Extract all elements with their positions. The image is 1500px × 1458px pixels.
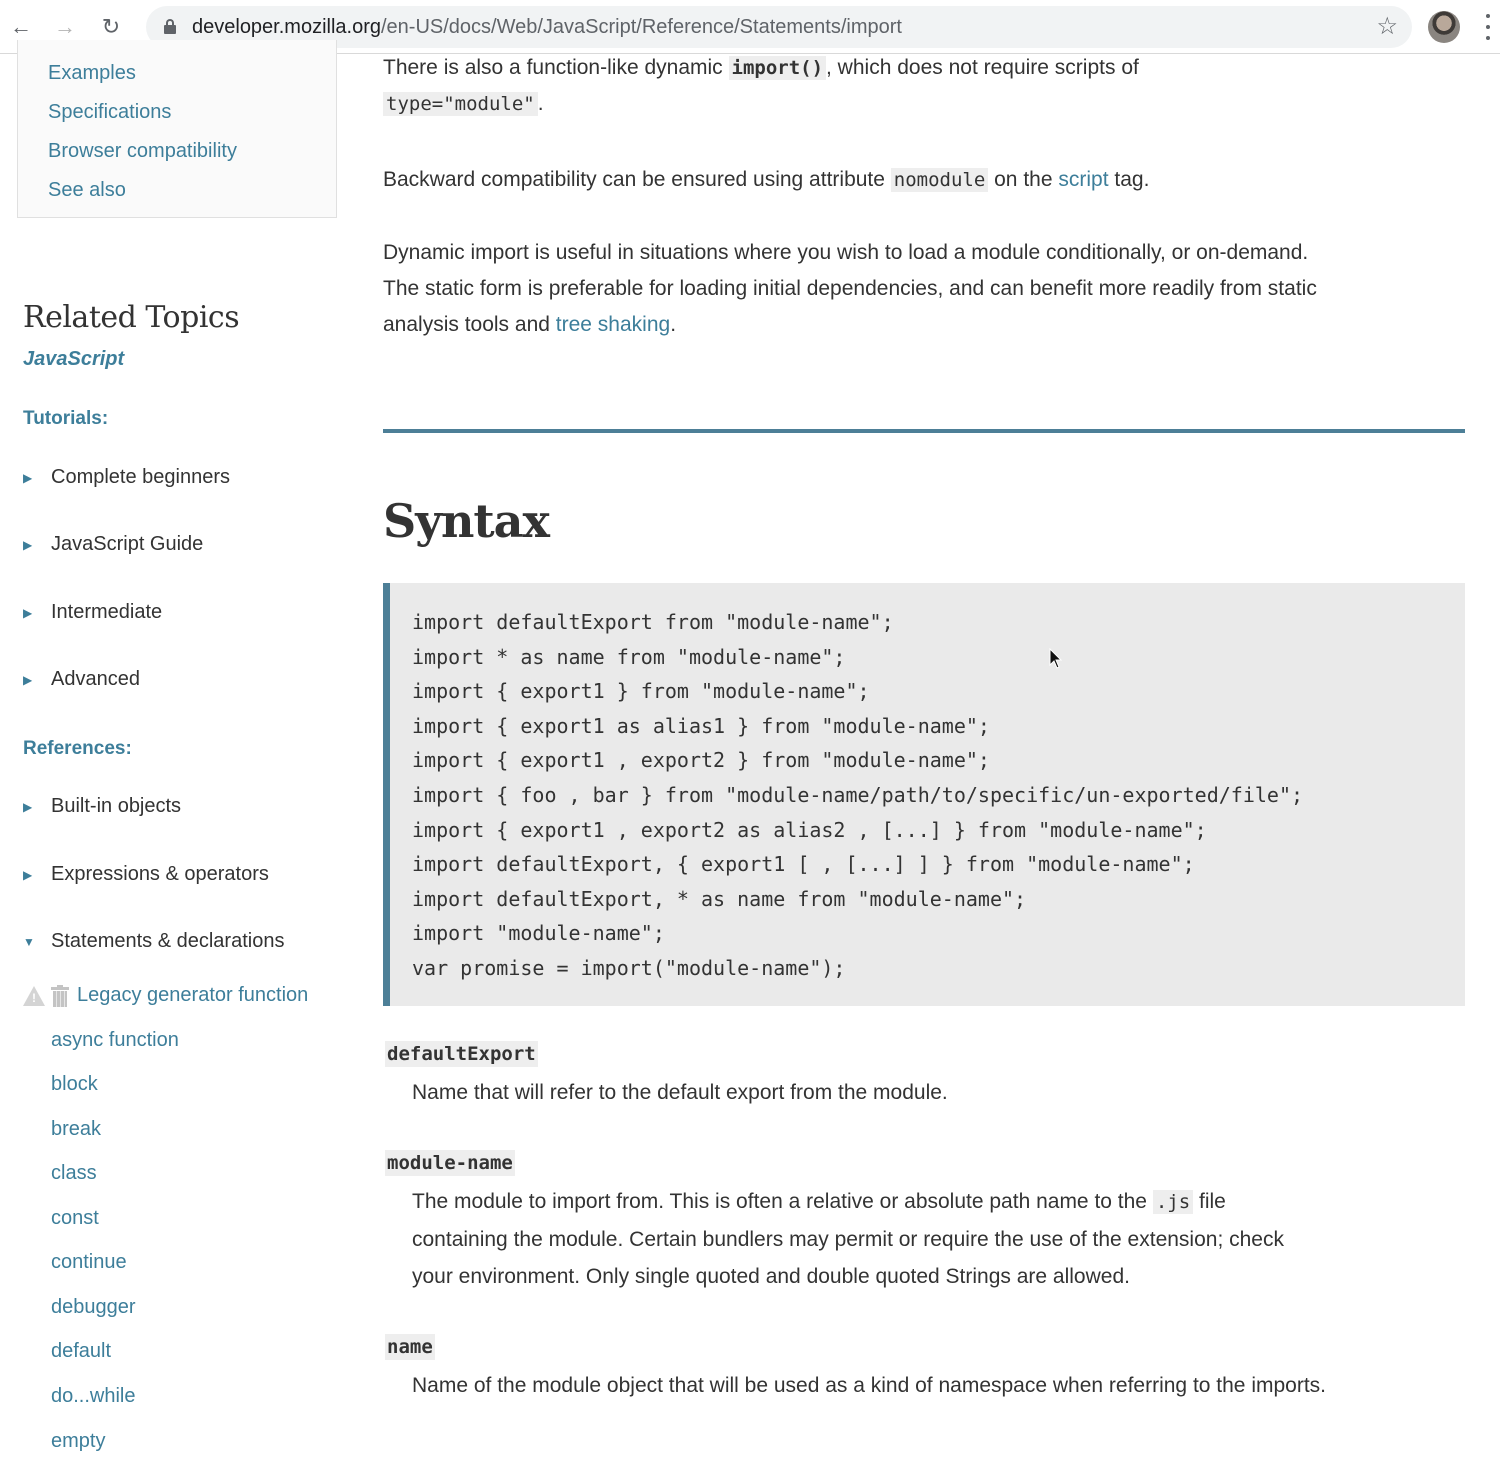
sidebar-item-empty[interactable]: empty [51, 1430, 105, 1453]
inline-code: .js [1152, 1190, 1194, 1214]
sidebar-item-do-while[interactable]: do...while [51, 1385, 136, 1408]
syntax-heading: Syntax [383, 494, 550, 548]
forward-button[interactable]: → [50, 12, 80, 42]
url-host: developer.mozilla.org [192, 16, 381, 38]
sidebar-item-label: Intermediate [51, 601, 163, 623]
triangle-right-icon: ▶ [23, 470, 33, 485]
reload-icon: ↻ [101, 14, 121, 39]
sidebar-item-expressions-operators[interactable]: ▶ Expressions & operators [23, 863, 269, 886]
arrow-left-icon: ← [10, 14, 32, 39]
toc-item-specifications[interactable]: Specifications [48, 101, 171, 124]
sidebar-item-class[interactable]: class [51, 1162, 97, 1185]
lock-icon [164, 19, 176, 34]
sidebar-item-label: Expressions & operators [51, 863, 269, 885]
references-heading: References: [23, 738, 132, 759]
sidebar-item-label: Legacy generator function [77, 984, 309, 1006]
sidebar-item-default[interactable]: default [51, 1340, 111, 1363]
sidebar-item-label: Built-in objects [51, 795, 182, 817]
sidebar-item-javascript-guide[interactable]: ▶ JavaScript Guide [23, 533, 203, 556]
sidebar-item-break[interactable]: break [51, 1118, 101, 1141]
text: . [670, 313, 677, 336]
sidebar-item-statements-declarations[interactable]: ▼ Statements & declarations [23, 930, 284, 953]
text: on the [988, 168, 1059, 191]
url-path: /en-US/docs/Web/JavaScript/Reference/Sta… [381, 16, 902, 38]
arrow-right-icon: → [54, 14, 76, 39]
paragraph-dynamic-usefulness: Dynamic import is useful in situations w… [383, 235, 1318, 343]
code-line: import { export1 , export2 as alias2 , [… [412, 817, 1207, 842]
back-button[interactable]: ← [6, 12, 36, 42]
text: There is also a function-like dynamic [383, 56, 729, 79]
code-line: import * as name from "module-name"; [412, 644, 846, 669]
code-line: import "module-name"; [412, 921, 665, 946]
triangle-right-icon: ▶ [23, 672, 33, 687]
text: Backward compatibility can be ensured us… [383, 168, 891, 191]
sidebar-item-async-function[interactable]: async function [51, 1029, 179, 1052]
url-text[interactable]: developer.mozilla.org/en-US/docs/Web/Jav… [192, 16, 902, 39]
code-line: import { foo , bar } from "module-name/p… [412, 782, 1304, 807]
toc-item-examples[interactable]: Examples [48, 62, 136, 85]
tree-shaking-link[interactable]: tree shaking [556, 313, 670, 336]
avatar[interactable] [1428, 11, 1460, 43]
triangle-down-icon: ▼ [23, 934, 35, 949]
section-divider [383, 429, 1465, 433]
sidebar-item-label: Complete beginners [51, 466, 230, 488]
code-line: var promise = import("module-name"); [412, 955, 846, 980]
inline-code: nomodule [890, 168, 989, 192]
sidebar-item-debugger[interactable]: debugger [51, 1296, 136, 1319]
sidebar-item-advanced[interactable]: ▶ Advanced [23, 668, 140, 691]
warning-icon [23, 985, 45, 1006]
triangle-right-icon: ▶ [23, 537, 33, 552]
tutorials-heading: Tutorials: [23, 408, 109, 429]
inline-code: type="module" [383, 92, 538, 116]
star-icon[interactable]: ☆ [1376, 12, 1398, 41]
paragraph-backward-compat: Backward compatibility can be ensured us… [383, 162, 1323, 198]
sidebar-item-const[interactable]: const [51, 1207, 99, 1230]
param-term-defaultexport: defaultExport [385, 1041, 538, 1067]
param-term-name: name [385, 1334, 435, 1360]
table-of-contents: Examples Specifications Browser compatib… [17, 40, 337, 218]
sidebar-item-label: JavaScript Guide [51, 533, 204, 555]
code-line: import { export1 as alias1 } from "modul… [412, 713, 990, 738]
param-desc-name: Name of the module object that will be u… [412, 1374, 1326, 1397]
sidebar-item-intermediate[interactable]: ▶ Intermediate [23, 601, 162, 624]
text: tag. [1108, 168, 1150, 191]
text: The module to import from. This is often… [412, 1190, 1153, 1213]
code-line: import defaultExport from "module-name"; [412, 610, 894, 634]
sidebar-item-label: Advanced [51, 668, 140, 690]
sidebar-item-label: Statements & declarations [51, 930, 285, 952]
triangle-right-icon: ▶ [23, 799, 33, 814]
text: , which does not require scripts of [826, 56, 1139, 79]
syntax-code-block: import defaultExport from "module-name";… [383, 583, 1465, 1006]
param-desc-defaultexport: Name that will refer to the default expo… [412, 1081, 948, 1104]
triangle-right-icon: ▶ [23, 605, 33, 620]
code-line: import defaultExport, { export1 [ , [...… [412, 852, 1195, 877]
toc-item-see-also[interactable]: See also [48, 179, 126, 202]
sidebar-item-built-in-objects[interactable]: ▶ Built-in objects [23, 795, 181, 818]
javascript-topic-link[interactable]: JavaScript [23, 348, 124, 371]
param-desc-module-name: The module to import from. This is often… [412, 1183, 1312, 1295]
code-line: import { export1 , export2 } from "modul… [412, 748, 990, 773]
code-line: import defaultExport, * as name from "mo… [412, 886, 1027, 911]
toc-item-browser-compatibility[interactable]: Browser compatibility [48, 140, 237, 163]
code-line: import { export1 } from "module-name"; [412, 679, 870, 704]
mouse-cursor-icon [1049, 648, 1063, 669]
sidebar-item-block[interactable]: block [51, 1073, 98, 1096]
triangle-right-icon: ▶ [23, 867, 33, 882]
inline-code: import() [728, 56, 827, 80]
related-topics-title: Related Topics [23, 300, 240, 335]
sidebar-item-complete-beginners[interactable]: ▶ Complete beginners [23, 466, 230, 489]
reload-button[interactable]: ↻ [96, 12, 126, 42]
sidebar-item-continue[interactable]: continue [51, 1251, 127, 1274]
param-term-module-name: module-name [385, 1150, 515, 1176]
kebab-menu-icon[interactable] [1482, 14, 1494, 40]
text: Dynamic import is useful in situations w… [383, 241, 1317, 336]
paragraph-dynamic-import: There is also a function-like dynamic im… [383, 50, 1323, 122]
sidebar-item-legacy-generator-function[interactable]: Legacy generator function [23, 984, 308, 1007]
trash-icon [51, 984, 69, 1007]
text: . [537, 92, 544, 115]
script-link[interactable]: script [1058, 168, 1108, 191]
